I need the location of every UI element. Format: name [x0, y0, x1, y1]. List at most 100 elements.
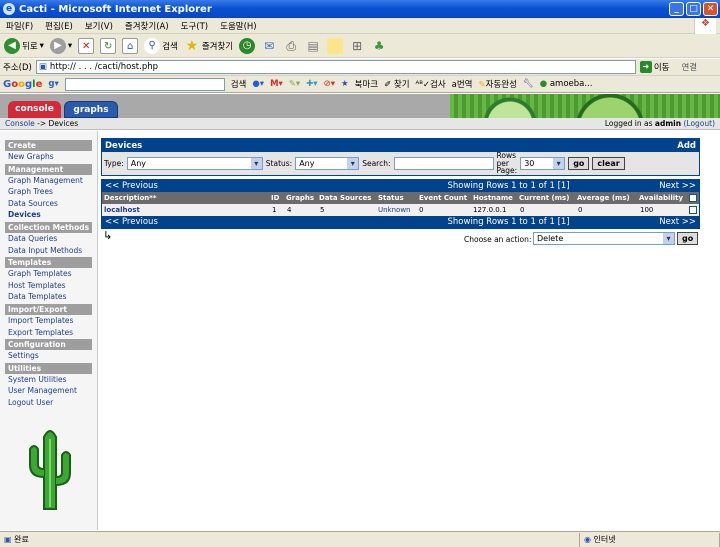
- sidebar-section-configuration: Configuration: [5, 339, 92, 351]
- device-id: 1: [272, 206, 277, 214]
- mail-icon[interactable]: ✉: [261, 37, 278, 54]
- sidebar-item-host-templates[interactable]: Host Templates: [5, 280, 92, 292]
- menu-help[interactable]: 도움말(H): [220, 20, 256, 32]
- sidebar-item-graph-trees[interactable]: Graph Trees: [5, 186, 92, 198]
- favorites-button[interactable]: ★ 즐겨찾기: [183, 37, 233, 54]
- google-logo[interactable]: Google: [3, 79, 42, 90]
- sidebar-item-data-templates[interactable]: Data Templates: [5, 291, 92, 303]
- address-input[interactable]: ▣ http:// . . . /cacti/host.php: [35, 60, 636, 74]
- back-arrow-icon: ◀: [4, 37, 20, 54]
- bookmark-star-icon[interactable]: ★: [341, 79, 349, 89]
- next-link-top[interactable]: Next >>: [659, 181, 696, 191]
- minimize-button[interactable]: _: [669, 2, 684, 16]
- find-icon: ✐: [384, 80, 392, 90]
- find-button[interactable]: ✐ 찾기: [384, 78, 409, 90]
- select-all-checkbox[interactable]: [689, 194, 697, 202]
- filter-go-button[interactable]: go: [568, 157, 590, 170]
- next-link-bottom[interactable]: Next >>: [659, 217, 696, 227]
- col-description[interactable]: Description**: [104, 192, 157, 204]
- showing-rows-top: Showing Rows 1 to 1 of 1 [1]: [447, 181, 570, 191]
- forward-button[interactable]: ▶ ▾: [49, 37, 73, 54]
- login-info: Logged in as admin (Logout): [605, 119, 715, 128]
- page-content: console graphs Console -> Devices Logged…: [0, 94, 720, 530]
- blogger-icon[interactable]: ✎▾: [289, 79, 300, 89]
- plus-icon[interactable]: ✚▾: [306, 79, 317, 89]
- menu-file[interactable]: 파일(F): [6, 20, 33, 32]
- status-select[interactable]: Any: [295, 157, 360, 170]
- bookmarks-button[interactable]: 북마크: [355, 78, 378, 90]
- sidebar-section-import-export: Import/Export: [5, 303, 92, 315]
- menu-tools[interactable]: 도구(T): [181, 20, 208, 32]
- refresh-icon[interactable]: ↻: [100, 37, 117, 54]
- forward-arrow-icon: ▶: [49, 37, 66, 54]
- status-left: ▣ 완료: [0, 532, 580, 547]
- check-button[interactable]: ᴬᴮ✓검사: [416, 78, 446, 90]
- col-event-count: Event Count: [419, 194, 468, 202]
- autocomplete-button[interactable]: ✎자동완성: [479, 78, 517, 90]
- discuss-icon[interactable]: [327, 37, 344, 54]
- previous-link-top[interactable]: << Previous: [105, 181, 158, 191]
- device-description-link[interactable]: localhost: [104, 204, 140, 216]
- search-button[interactable]: ⚲ 검색: [144, 37, 178, 54]
- previous-link-bottom[interactable]: << Previous: [105, 217, 158, 227]
- popup-blocker-icon[interactable]: ⊘▾: [324, 79, 335, 89]
- rows-per-page-select[interactable]: 30: [520, 157, 566, 170]
- back-button[interactable]: ◀ 뒤로 ▾: [4, 37, 44, 54]
- dropdown-arrow-icon: ▾: [67, 40, 73, 51]
- action-select[interactable]: Delete: [533, 232, 675, 245]
- device-data-sources: 5: [320, 206, 325, 214]
- check-label: 검사: [430, 80, 446, 90]
- sidebar-item-settings[interactable]: Settings: [5, 350, 92, 362]
- sidebar-item-devices[interactable]: Devices: [5, 209, 92, 221]
- add-device-link[interactable]: Add: [677, 141, 696, 151]
- row-checkbox[interactable]: [689, 206, 697, 214]
- sidebar-item-data-sources[interactable]: Data Sources: [5, 198, 92, 210]
- sidebar-item-data-input-methods[interactable]: Data Input Methods: [5, 245, 92, 257]
- sidebar-item-export-templates[interactable]: Export Templates: [5, 327, 92, 339]
- devices-table: << Previous Showing Rows 1 to 1 of 1 [1]…: [101, 179, 700, 229]
- translate-button[interactable]: a번역: [452, 78, 473, 90]
- sidebar-item-data-queries[interactable]: Data Queries: [5, 233, 92, 245]
- google-search-input[interactable]: [64, 77, 225, 91]
- messenger-icon[interactable]: ♣: [371, 37, 388, 54]
- sidebar-item-graph-templates[interactable]: Graph Templates: [5, 268, 92, 280]
- maximize-button[interactable]: □: [686, 2, 701, 16]
- sidebar-item-system-utilities[interactable]: System Utilities: [5, 374, 92, 386]
- type-select[interactable]: Any: [126, 157, 263, 170]
- close-button[interactable]: ✕: [703, 2, 718, 16]
- sidebar-item-new-graphs[interactable]: New Graphs: [5, 151, 92, 163]
- tab-graphs[interactable]: graphs: [64, 101, 118, 118]
- sidebar-item-user-management[interactable]: User Management: [5, 385, 92, 397]
- history-icon[interactable]: ◷: [239, 37, 256, 54]
- action-go-button[interactable]: go: [677, 232, 699, 245]
- filter-clear-button[interactable]: clear: [592, 157, 625, 170]
- type-value: Any: [130, 159, 147, 168]
- google-g-icon[interactable]: g▾: [48, 79, 58, 89]
- table-nav-bottom: << Previous Showing Rows 1 to 1 of 1 [1]…: [102, 216, 699, 228]
- sidebar-item-logout-user[interactable]: Logout User: [5, 397, 92, 409]
- globe-icon[interactable]: ●▾: [252, 79, 264, 89]
- menu-edit[interactable]: 편집(E): [45, 20, 73, 32]
- user-button[interactable]: ● amoeba...: [540, 79, 593, 89]
- wrench-icon[interactable]: 🔧︎: [523, 79, 534, 89]
- col-current: Current (ms): [519, 194, 570, 202]
- breadcrumb-console-link[interactable]: Console: [5, 119, 35, 128]
- research-icon[interactable]: ⊞: [349, 37, 366, 54]
- tab-console[interactable]: console: [8, 101, 61, 118]
- home-icon[interactable]: ⌂: [122, 37, 139, 54]
- go-button[interactable]: ➜ 이동: [639, 61, 670, 73]
- menu-favorites[interactable]: 즐겨찾기(A): [125, 20, 169, 32]
- go-label: 이동: [653, 63, 670, 73]
- search-input[interactable]: [393, 157, 494, 170]
- edit-icon[interactable]: ▤: [305, 37, 322, 54]
- sidebar-item-graph-management[interactable]: Graph Management: [5, 175, 92, 187]
- stop-icon[interactable]: ✕: [78, 37, 95, 54]
- logout-link[interactable]: (Logout): [683, 119, 715, 128]
- table-header: Description** ID Graphs Data Sources Sta…: [102, 192, 699, 204]
- sidebar-item-import-templates[interactable]: Import Templates: [5, 315, 92, 327]
- gmail-icon[interactable]: M▾: [270, 79, 283, 89]
- links-label[interactable]: 연결: [681, 61, 697, 73]
- menu-view[interactable]: 보기(V): [85, 20, 113, 32]
- print-icon[interactable]: ⎙: [283, 37, 300, 54]
- google-search-button[interactable]: 검색: [231, 78, 247, 90]
